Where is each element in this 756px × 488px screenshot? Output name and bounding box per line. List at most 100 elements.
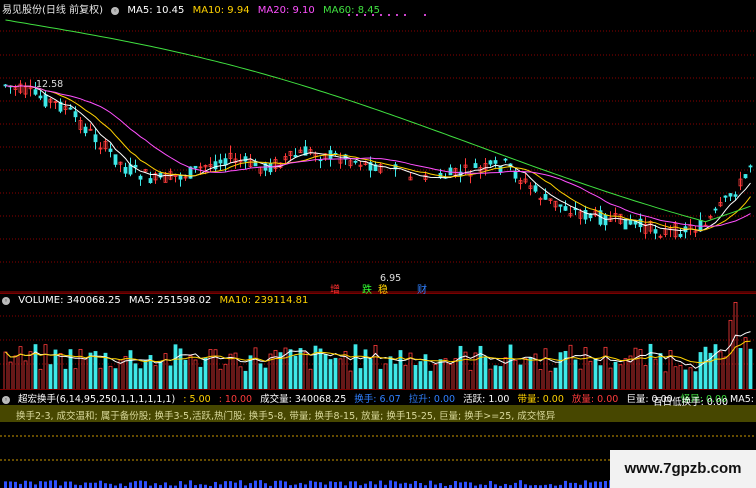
candle-body	[138, 175, 143, 180]
turnover-bar	[364, 483, 367, 488]
volume-bar	[378, 368, 383, 390]
volume-bar	[13, 355, 18, 390]
volume-bar	[153, 365, 158, 390]
volume-bar	[433, 363, 438, 390]
volume-bar	[3, 351, 8, 390]
turnover-bar	[419, 482, 422, 488]
turnover-bar	[44, 481, 47, 488]
volume-bar	[88, 352, 93, 390]
turnover-bar	[329, 481, 332, 488]
volume-bar	[473, 352, 478, 390]
volume-bar	[73, 368, 78, 390]
volume-bar	[53, 349, 58, 390]
signal-dot	[396, 14, 398, 16]
volume-bar	[528, 357, 533, 390]
volume-bar	[348, 370, 353, 390]
turnover-bar	[304, 484, 307, 488]
turnover-bar	[184, 484, 187, 488]
candle-body	[623, 218, 628, 230]
volume-bar	[723, 356, 728, 390]
candlestick-chart[interactable]	[0, 0, 756, 293]
turnover-bar	[69, 481, 72, 488]
indicator-panel[interactable]: ◦ 超宏换手(6,14,95,250,1,1,1,1,1,1) : 5.00 :…	[0, 389, 756, 488]
volume-bar	[198, 366, 203, 390]
volume-bar	[703, 346, 708, 390]
ma20-value: MA20: 9.10	[257, 5, 315, 16]
ma60-line	[5, 19, 751, 223]
turnover-bar	[284, 481, 287, 488]
volume-bar	[563, 350, 568, 390]
candle-body	[743, 174, 748, 179]
volume-bar	[103, 352, 108, 390]
volume-bar	[673, 366, 678, 390]
stock-name[interactable]: 易见股份(日线 前复权)	[2, 5, 103, 16]
volume-chart[interactable]	[0, 294, 756, 390]
volume-bar	[513, 359, 518, 390]
volume-bar	[543, 348, 548, 390]
turnover-bar	[334, 482, 337, 488]
volume-ma5-value: MA5: 251598.02	[128, 295, 212, 306]
volume-bar	[78, 348, 83, 390]
price-panel[interactable]: 易见股份(日线 前复权) ◦ MA5: 10.45 MA10: 9.94 MA2…	[0, 0, 756, 296]
turnover-bar	[504, 483, 507, 488]
candle-body	[148, 178, 153, 184]
volume-bar	[453, 358, 458, 390]
turnover-bar	[354, 481, 357, 488]
volume-bar	[293, 355, 298, 390]
turnover-legend-text: 换手2-3, 成交温和; 属于备份股; 换手3-5,活跃,热门股; 换手5-8,…	[16, 411, 556, 422]
candle-body	[558, 204, 563, 207]
volume-bar	[458, 345, 463, 390]
volume-bar	[693, 371, 698, 390]
candle-body	[713, 208, 718, 211]
candle-body	[43, 94, 48, 107]
volume-bar	[308, 368, 313, 390]
volume-bar	[63, 368, 68, 390]
candle-body	[563, 206, 568, 211]
volume-bar	[553, 367, 558, 390]
volume-bar	[158, 361, 163, 390]
collapse-icon[interactable]: ◦	[111, 7, 120, 15]
high-price-label: 12.58	[36, 79, 64, 90]
volume-bar	[443, 358, 448, 390]
turnover-bar	[574, 482, 577, 488]
turnover-bar	[339, 481, 342, 488]
collapse-icon[interactable]: ◦	[2, 297, 10, 305]
turnover-bar	[524, 484, 527, 488]
volume-bar	[48, 364, 53, 390]
volume-bar	[368, 358, 373, 390]
volume-bar	[468, 369, 473, 390]
collapse-icon[interactable]: ◦	[2, 396, 10, 404]
candle-body	[473, 163, 478, 168]
candle-body	[123, 166, 128, 174]
candle-body	[133, 164, 138, 168]
volume-bar	[208, 349, 213, 390]
volume-panel[interactable]: ◦ VOLUME: 340068.25 MA5: 251598.02 MA10:…	[0, 293, 756, 390]
hundred-day-low-turnover: 百日低换手: 0.00	[653, 397, 728, 408]
turnover-bar	[404, 482, 407, 488]
turnover-bar	[9, 481, 12, 488]
volume-bar	[83, 358, 88, 390]
volume-bar	[438, 359, 443, 390]
volume-bar	[583, 347, 588, 390]
volume-bar	[373, 344, 378, 390]
turnover-bar	[94, 482, 97, 488]
marker-finance: 财	[417, 285, 427, 296]
volume-bar	[383, 363, 388, 390]
candle-body	[583, 209, 588, 220]
volume-bar	[133, 363, 138, 390]
volume-bar	[218, 368, 223, 390]
signal-dot	[388, 14, 390, 16]
turnover-bar	[459, 482, 462, 488]
volume-bar	[398, 350, 403, 390]
signal-dot	[404, 14, 406, 16]
candle-body	[678, 233, 683, 237]
volume-bar	[448, 363, 453, 390]
turnover-bar	[349, 481, 352, 488]
turnover-bar	[164, 482, 167, 488]
ma60-value: MA60: 8.45	[322, 5, 380, 16]
ma10-value: MA10: 9.94	[192, 5, 250, 16]
volume-bar	[523, 358, 528, 390]
turnover-bar	[319, 482, 322, 488]
volume-bar	[388, 356, 393, 390]
turnover-legend-bar: 换手2-3, 成交温和; 属于备份股; 换手3-5,活跃,热门股; 换手5-8,…	[0, 405, 756, 422]
